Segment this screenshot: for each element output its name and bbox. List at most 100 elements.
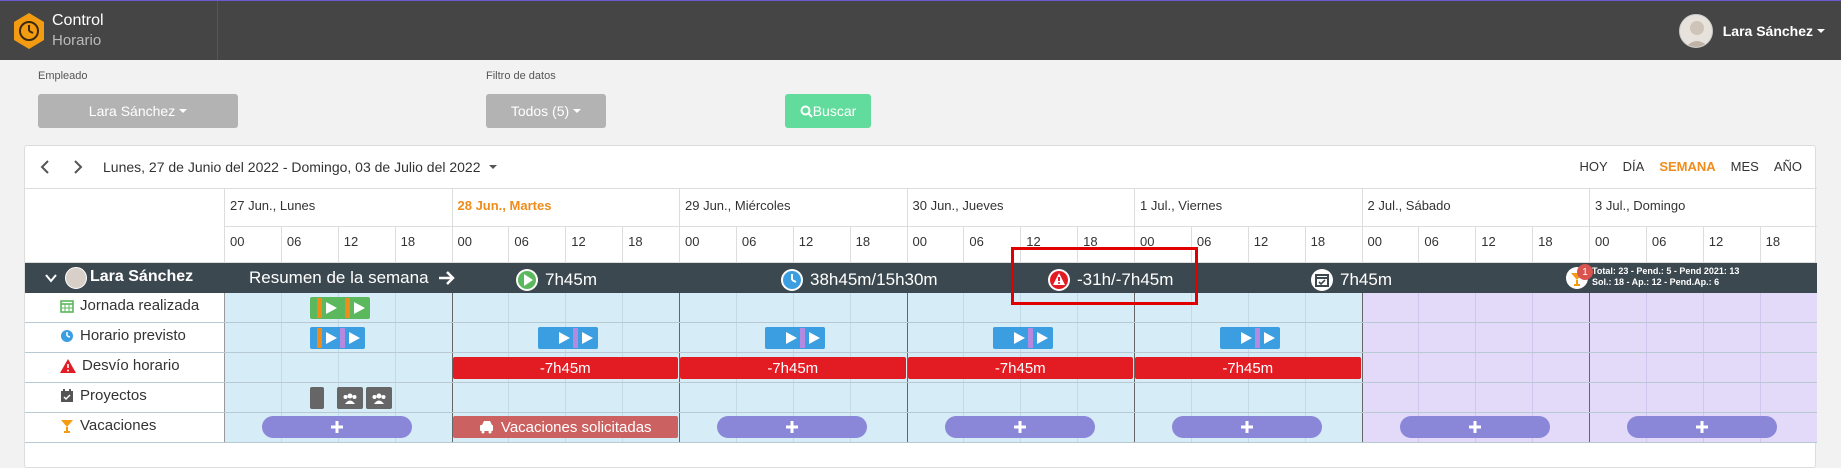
calendar-grid-icon: [60, 299, 74, 313]
hour-label: 18: [1765, 234, 1781, 249]
play-icon[interactable]: [554, 328, 573, 348]
deviation-bar[interactable]: -7h45m: [1135, 357, 1361, 379]
play-icon[interactable]: [345, 328, 363, 348]
play-icon[interactable]: [322, 298, 340, 318]
hour-label: 00: [912, 234, 927, 249]
day-header: 3 Jul., Domingo: [1595, 198, 1686, 213]
vacation-requested-bar[interactable]: Vacaciones solicitadas: [452, 416, 678, 438]
plus-icon: [786, 421, 798, 433]
hour-label: 18: [628, 234, 643, 249]
deviation-bar[interactable]: -7h45m: [907, 357, 1133, 379]
plus-icon: [1696, 421, 1708, 433]
view-hoy[interactable]: HOY: [1579, 159, 1607, 174]
deviation-bar[interactable]: -7h45m: [680, 357, 906, 379]
calendar-check-icon: [1311, 269, 1333, 291]
avatar: [1678, 14, 1713, 48]
day-header: 27 Jun., Lunes: [230, 198, 316, 213]
app-subtitle: Horario: [52, 32, 102, 49]
hour-divider: [1759, 226, 1761, 263]
row-gridline: [25, 352, 1817, 353]
search-button[interactable]: Buscar: [785, 94, 871, 128]
add-vacation-button[interactable]: [1627, 416, 1777, 438]
add-vacation-button[interactable]: [717, 416, 867, 438]
employee-dropdown[interactable]: Lara Sánchez: [38, 94, 238, 128]
play-circle-icon: [516, 269, 538, 291]
add-vacation-button[interactable]: [944, 416, 1095, 438]
user-menu[interactable]: Lara Sánchez: [1678, 13, 1825, 49]
project-chip[interactable]: [337, 387, 363, 409]
add-vacation-button[interactable]: [1172, 416, 1322, 438]
project-chip[interactable]: [310, 387, 324, 409]
row-label-deviation-text: Desvío horario: [82, 357, 180, 374]
scheduled-chip[interactable]: [537, 327, 598, 349]
employee-value: Lara Sánchez: [88, 103, 176, 119]
row-label-deviation: Desvío horario: [60, 357, 180, 374]
day-header: 29 Jun., Miércoles: [685, 198, 791, 213]
play-icon[interactable]: [782, 328, 800, 348]
day-divider: [451, 188, 453, 263]
hour-divider: [1702, 226, 1704, 263]
play-icon[interactable]: [1237, 328, 1255, 348]
summary-worked: 7h45m: [515, 268, 597, 292]
vacations-badge: 1: [1577, 264, 1593, 280]
day-header: 1 Jul., Viernes: [1140, 198, 1223, 213]
view-semana[interactable]: SEMANA: [1659, 159, 1715, 174]
hour-divider: [337, 226, 339, 263]
clock-logo-icon: [14, 13, 44, 49]
hour-label: 12: [1253, 234, 1269, 249]
data-filter-dropdown[interactable]: Todos (5): [486, 94, 606, 128]
project-chip[interactable]: [366, 387, 392, 409]
next-week-arrow-icon[interactable]: [68, 157, 88, 177]
play-icon[interactable]: [1260, 328, 1278, 348]
hour-label: 18: [1310, 234, 1326, 249]
add-vacation-button[interactable]: [1399, 416, 1550, 438]
hour-divider: [963, 226, 965, 263]
day-divider: [679, 188, 680, 263]
chevron-down-icon: [1817, 29, 1825, 33]
summary-employee-name: Lara Sánchez: [90, 268, 194, 285]
plus-icon: [1013, 421, 1026, 433]
day-header: 2 Jul., Sábado: [1367, 198, 1451, 213]
warning-icon: [60, 358, 76, 373]
scheduled-chip[interactable]: [765, 327, 825, 349]
chevron-down-icon[interactable]: [45, 273, 57, 283]
app-logo[interactable]: Control Horario: [0, 1, 218, 60]
calendar-panel: Lunes, 27 de Junio del 2022 - Domingo, 0…: [24, 145, 1817, 468]
hour-label: 06: [286, 234, 302, 249]
play-icon[interactable]: [322, 328, 340, 348]
cocktail-icon: [61, 419, 73, 433]
play-icon[interactable]: [1032, 328, 1051, 348]
worked-chip[interactable]: [310, 297, 370, 319]
prev-week-arrow-icon[interactable]: [35, 157, 55, 177]
vacations-summary-icon: 1: [1565, 264, 1593, 290]
scheduled-chip[interactable]: [310, 327, 365, 349]
day-divider: [906, 188, 908, 263]
date-range-dropdown-icon[interactable]: [489, 165, 497, 169]
view-año[interactable]: AÑO: [1774, 159, 1802, 174]
hour-divider: [1475, 226, 1477, 263]
row-label-projects: Proyectos: [60, 387, 147, 404]
summary-worked-value: 7h45m: [545, 270, 597, 289]
add-vacation-button[interactable]: [262, 416, 412, 438]
hour-divider: [1418, 226, 1420, 263]
play-icon[interactable]: [350, 298, 368, 318]
row-label-worked-text: Jornada realizada: [80, 297, 200, 314]
users-icon: [372, 393, 386, 404]
view-día[interactable]: DÍA: [1623, 159, 1645, 174]
play-icon[interactable]: [1009, 328, 1028, 348]
view-mes[interactable]: MES: [1731, 159, 1759, 174]
day-divider: [1589, 188, 1590, 263]
deviation-bar[interactable]: -7h45m: [452, 357, 678, 379]
scheduled-chip[interactable]: [1220, 327, 1280, 349]
calendar-toolbar: Lunes, 27 de Junio del 2022 - Domingo, 0…: [25, 146, 1817, 188]
scheduled-chip[interactable]: [992, 327, 1053, 349]
play-icon[interactable]: [805, 328, 823, 348]
calendar-check-icon: [61, 388, 73, 402]
day-gridline: [1361, 293, 1363, 443]
hour-divider: [1645, 226, 1647, 263]
hour-label: 00: [685, 234, 700, 249]
summary-projects-value: 7h45m: [1340, 270, 1392, 289]
hour-label: 06: [514, 234, 529, 249]
search-icon: [800, 105, 813, 118]
play-icon[interactable]: [577, 328, 596, 348]
